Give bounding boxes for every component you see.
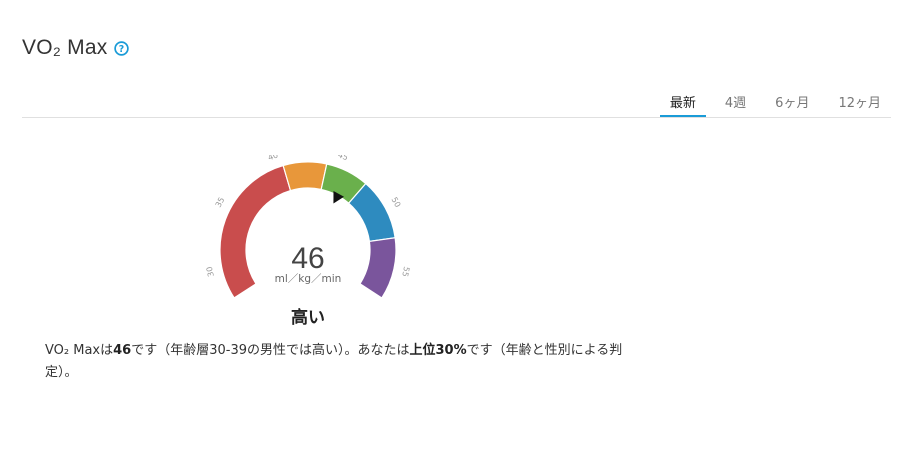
gauge-unit: ml／kg／min [275,273,342,285]
desc-percentile: 上位30% [409,343,467,358]
page-header: VO₂ Max ? [22,36,130,60]
tab-12-months[interactable]: 12ヶ月 [828,88,891,114]
tab-4-weeks[interactable]: 4週 [715,88,756,114]
gauge-rating: 高い [291,307,325,328]
gauge-value: 46 [291,242,324,275]
question-glyph: ? [119,43,124,54]
desc-text-2: です（年齢層30-39の男性では高い）。あなたは [131,343,410,358]
gauge-segment-4 [359,237,397,299]
tab-6-months[interactable]: 6ヶ月 [765,88,819,114]
page-title: VO₂ Max [22,36,108,59]
question-circle-icon[interactable]: ? [114,40,130,56]
gauge-svg: 30 35 40 45 50 55 46 ml／kg／min 高い [205,150,411,328]
gauge-tick-label-45: 45 [337,155,350,162]
gauge-tick-label-30: 30 [205,266,216,278]
vo2max-gauge: 30 35 40 45 50 55 46 ml／kg／min 高い [195,150,420,335]
tab-latest[interactable]: 最新 [659,88,706,117]
period-tabs: 最新 4週 6ヶ月 12ヶ月 [651,88,891,118]
header-divider [22,117,891,118]
desc-value: 46 [113,343,132,358]
desc-text-1: VO₂ Maxは [45,343,114,358]
gauge-tick-label-40: 40 [267,155,280,162]
question-circle-icon-svg: ? [114,40,130,56]
gauge-segment-1 [282,161,328,192]
gauge-tick-label-55: 55 [400,266,411,278]
gauge-tick-label-50: 50 [389,196,402,209]
gauge-tick-label-35: 35 [214,196,227,209]
vo2max-description: VO₂ Maxは46です（年齢層30-39の男性では高い）。あなたは上位30%で… [45,340,625,384]
